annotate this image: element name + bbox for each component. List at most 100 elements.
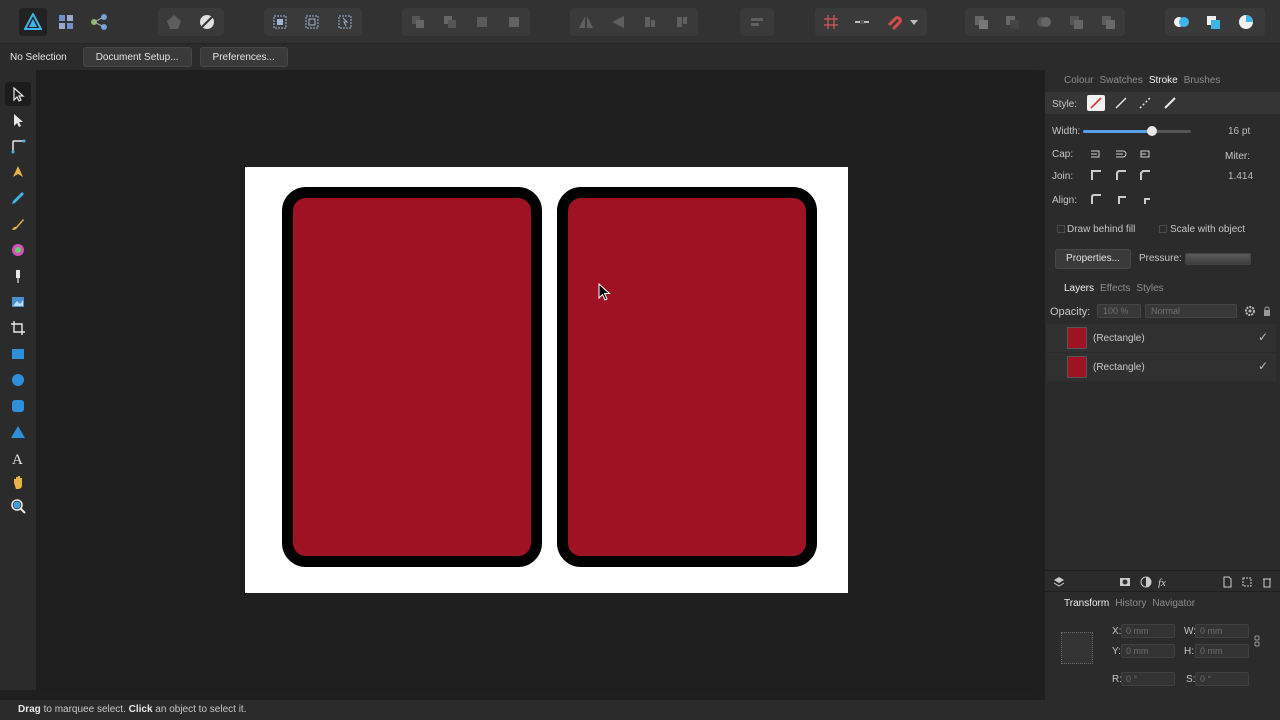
select-object-icon[interactable] (331, 8, 359, 36)
width-slider-track[interactable] (1151, 130, 1191, 133)
tab-history[interactable]: History (1115, 598, 1146, 609)
move-tool-icon[interactable] (5, 82, 31, 106)
move-to-front-icon[interactable] (500, 8, 528, 36)
artboard-page[interactable] (245, 167, 848, 593)
tab-layers[interactable]: Layers (1064, 283, 1094, 294)
scale-with-object-checkbox[interactable] (1159, 225, 1167, 233)
gear-icon[interactable] (1241, 303, 1259, 319)
divide-icon[interactable] (1094, 8, 1122, 36)
canvas-area[interactable] (36, 70, 1033, 690)
crop-tool-icon[interactable] (5, 316, 31, 340)
tab-navigator[interactable]: Navigator (1152, 598, 1195, 609)
transparency-tool-icon[interactable] (5, 264, 31, 288)
guides-icon[interactable] (848, 8, 876, 36)
pen-tool-icon[interactable] (5, 160, 31, 184)
xor-icon[interactable] (1062, 8, 1090, 36)
fill-tool-icon[interactable] (5, 238, 31, 262)
zoom-tool-icon[interactable] (5, 494, 31, 518)
layers-stack-icon[interactable] (1050, 574, 1068, 590)
combine-icon[interactable] (1167, 8, 1195, 36)
miter-join-icon[interactable] (1087, 167, 1105, 183)
align-outside-icon[interactable] (1136, 191, 1154, 207)
properties-button[interactable]: Properties... (1055, 249, 1131, 269)
tab-swatches[interactable]: Swatches (1099, 75, 1142, 86)
move-back-one-icon[interactable] (436, 8, 464, 36)
round-join-icon[interactable] (1112, 167, 1130, 183)
miter-value[interactable]: 1.414 (1228, 171, 1253, 182)
opacity-select[interactable]: 100 % (1097, 304, 1141, 318)
vector-brush-tool-icon[interactable] (5, 212, 31, 236)
blend-mode-select[interactable]: Normal (1145, 304, 1237, 318)
h-field[interactable]: 0 mm (1195, 644, 1249, 658)
align-inside-icon[interactable] (1087, 191, 1105, 207)
pixel-persona-icon[interactable] (52, 8, 80, 36)
solid-line-icon[interactable] (1112, 95, 1130, 111)
ellipse-tool-icon[interactable] (5, 368, 31, 392)
tab-styles[interactable]: Styles (1136, 283, 1163, 294)
align-center-icon[interactable] (1112, 191, 1130, 207)
overlap-icon[interactable] (1199, 8, 1227, 36)
visibility-check-icon[interactable]: ✓ (1258, 359, 1268, 373)
rounded-rectangle-tool-icon[interactable] (5, 394, 31, 418)
tab-brushes[interactable]: Brushes (1184, 75, 1221, 86)
shear-field[interactable]: 0 ° (1195, 672, 1249, 686)
rotate-right-icon[interactable] (668, 8, 696, 36)
lock-icon[interactable] (1258, 303, 1276, 319)
fx-icon[interactable]: fx (1155, 574, 1173, 590)
add-layer-icon[interactable] (1218, 574, 1236, 590)
rectangle-tool-icon[interactable] (5, 342, 31, 366)
link-icon[interactable] (1251, 633, 1263, 649)
mask-icon[interactable] (1116, 574, 1134, 590)
rectangle-shape-right[interactable] (557, 187, 817, 567)
square-cap-icon[interactable] (1136, 146, 1154, 162)
share-icon[interactable] (160, 8, 188, 36)
round-cap-icon[interactable] (1112, 146, 1130, 162)
texture-line-icon[interactable] (1161, 95, 1179, 111)
x-field[interactable]: 0 mm (1121, 624, 1175, 638)
tab-effects[interactable]: Effects (1100, 283, 1130, 294)
flip-vertical-icon[interactable] (604, 8, 632, 36)
pencil-tool-icon[interactable] (5, 186, 31, 210)
add-icon[interactable] (967, 8, 995, 36)
rotate-left-icon[interactable] (636, 8, 664, 36)
export-persona-icon[interactable] (85, 8, 113, 36)
butt-cap-icon[interactable] (1087, 146, 1105, 162)
corner-tool-icon[interactable] (5, 134, 31, 158)
text-tool-icon[interactable]: A (5, 446, 31, 470)
select-same-icon[interactable] (298, 8, 326, 36)
anchor-selector[interactable] (1061, 632, 1093, 664)
tab-transform[interactable]: Transform (1064, 598, 1109, 609)
snapshot-icon[interactable] (193, 8, 221, 36)
intersect-icon[interactable] (1030, 8, 1058, 36)
flip-horizontal-icon[interactable] (572, 8, 600, 36)
bevel-join-icon[interactable] (1136, 167, 1154, 183)
snapping-dropdown-icon[interactable] (904, 8, 924, 36)
circle-divide-icon[interactable] (1232, 8, 1260, 36)
rectangle-shape-left[interactable] (282, 187, 542, 567)
visibility-check-icon[interactable]: ✓ (1258, 330, 1268, 344)
preferences-button[interactable]: Preferences... (199, 47, 288, 67)
subtract-icon[interactable] (998, 8, 1026, 36)
width-slider-knob[interactable] (1147, 126, 1157, 136)
layer-row[interactable]: (Rectangle) ✓ (1047, 353, 1276, 381)
w-field[interactable]: 0 mm (1195, 624, 1249, 638)
grid-icon[interactable] (817, 8, 845, 36)
pressure-graph[interactable] (1185, 253, 1251, 265)
width-value[interactable]: 16 pt (1228, 126, 1250, 137)
dash-line-icon[interactable] (1136, 95, 1154, 111)
place-image-tool-icon[interactable] (5, 290, 31, 314)
isolate-icon[interactable] (266, 8, 294, 36)
trash-icon[interactable] (1258, 574, 1276, 590)
align-icon[interactable] (743, 8, 771, 36)
move-to-back-icon[interactable] (404, 8, 432, 36)
designer-persona-icon[interactable] (19, 8, 47, 36)
layer-row[interactable]: (Rectangle) ✓ (1047, 324, 1276, 352)
node-tool-icon[interactable] (5, 108, 31, 132)
view-hand-tool-icon[interactable] (5, 470, 31, 494)
add-group-icon[interactable] (1238, 574, 1256, 590)
no-stroke-icon[interactable] (1087, 95, 1105, 111)
adjustment-icon[interactable] (1137, 574, 1155, 590)
move-forward-one-icon[interactable] (468, 8, 496, 36)
draw-behind-fill-checkbox[interactable] (1057, 225, 1065, 233)
tab-stroke[interactable]: Stroke (1149, 75, 1178, 86)
